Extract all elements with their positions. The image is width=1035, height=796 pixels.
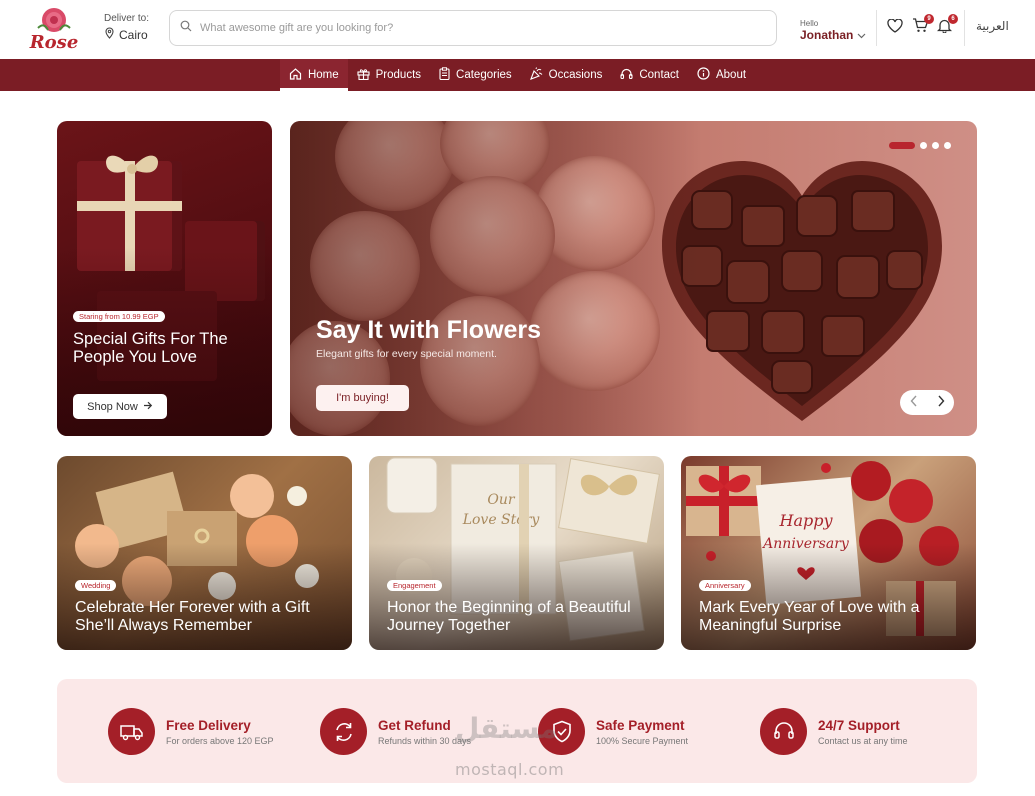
feature-support: 24/7 Support Contact us at any time: [760, 708, 908, 755]
nav-products-label: Products: [375, 69, 422, 81]
occasion-title: Honor the Beginning of a Beautiful Journ…: [387, 599, 631, 634]
shop-now-label: Shop Now: [87, 400, 138, 413]
feature-get-refund: Get Refund Refunds within 30 days: [320, 708, 471, 755]
search-icon: [180, 19, 192, 37]
hero-title: Say It with Flowers: [316, 316, 542, 344]
chevron-right-icon[interactable]: [937, 394, 945, 412]
occasion-card-anniversary[interactable]: Happy Anniversary Anniversary Mark Every…: [681, 456, 976, 650]
promo-title: Special Gifts For The People You Love: [73, 330, 228, 366]
nav-occasions-label: Occasions: [548, 69, 603, 81]
carousel-dot[interactable]: [932, 142, 939, 149]
cart-button[interactable]: 9: [909, 14, 934, 39]
occasion-tag: Anniversary: [699, 580, 751, 591]
chevron-down-icon: [857, 28, 866, 42]
deliver-city-label: Cairo: [119, 27, 148, 42]
divider: [964, 10, 965, 46]
nav-about[interactable]: About: [688, 59, 755, 91]
nav-products[interactable]: Products: [348, 59, 430, 91]
logo[interactable]: Rose: [24, 2, 84, 56]
clipboard-icon: [439, 67, 450, 83]
deliver-label: Deliver to:: [104, 13, 150, 24]
language-switch[interactable]: العربية: [976, 19, 1009, 33]
occasion-title: Mark Every Year of Love with a Meaningfu…: [699, 599, 920, 634]
feature-subtitle: For orders above 120 EGP: [166, 735, 274, 746]
wishlist-button[interactable]: [884, 17, 906, 39]
occasion-tag: Engagement: [387, 580, 442, 591]
nav-home[interactable]: Home: [279, 59, 348, 91]
chevron-left-icon[interactable]: [910, 394, 918, 412]
feature-title: Safe Payment: [596, 717, 685, 733]
nav-home-label: Home: [307, 69, 339, 81]
carousel-arrows: [900, 390, 954, 415]
hero-subtitle: Elegant gifts for every special moment.: [316, 348, 497, 360]
carousel-dot[interactable]: [920, 142, 927, 149]
price-badge: Staring from 10.99 EGP: [73, 311, 165, 322]
notification-count-badge: 6: [948, 14, 958, 24]
occasion-tag: Wedding: [75, 580, 117, 591]
watermark-arabic: مستقل: [455, 712, 558, 745]
feature-subtitle: 100% Secure Payment: [596, 735, 689, 746]
nav-occasions[interactable]: Occasions: [521, 59, 612, 91]
main-nav: Home Products Categories Occasions Conta…: [0, 59, 1035, 91]
occasion-title: Celebrate Her Forever with a Gift She’ll…: [75, 599, 310, 634]
carousel-dot[interactable]: [889, 142, 915, 149]
headset-icon: [620, 68, 633, 83]
feature-title: Free Delivery: [166, 717, 251, 733]
refresh-icon: [320, 708, 367, 755]
divider: [876, 10, 877, 46]
user-name: Jonathan: [800, 28, 866, 42]
watermark-latin: mostaql.com: [455, 760, 565, 779]
occasion-card-wedding[interactable]: Wedding Celebrate Her Forever with a Gif…: [57, 456, 352, 650]
home-icon: [289, 67, 302, 83]
truck-icon: [108, 708, 155, 755]
search-input[interactable]: [200, 22, 760, 34]
nav-contact-label: Contact: [639, 69, 679, 81]
im-buying-button[interactable]: I'm buying!: [316, 385, 409, 411]
svg-text:Rose: Rose: [29, 32, 79, 53]
header: Rose Deliver to: Cairo Hello Jonathan: [0, 0, 1035, 59]
user-hello: Hello: [800, 19, 819, 28]
gift-icon: [357, 68, 370, 83]
location-pin-icon: [104, 27, 115, 42]
party-icon: [529, 67, 543, 83]
deliver-to[interactable]: Deliver to: Cairo: [104, 13, 149, 42]
search-bar[interactable]: [169, 10, 777, 46]
nav-categories-label: Categories: [456, 69, 512, 81]
carousel-indicators: [889, 142, 951, 149]
user-name-label: Jonathan: [800, 28, 854, 42]
promo-card[interactable]: Staring from 10.99 EGP Special Gifts For…: [57, 121, 272, 436]
page: Rose Deliver to: Cairo Hello Jonathan: [0, 0, 1035, 796]
notifications-button[interactable]: 6: [933, 14, 958, 39]
feature-free-delivery: Free Delivery For orders above 120 EGP: [108, 708, 274, 755]
nav-categories[interactable]: Categories: [430, 59, 521, 91]
feature-subtitle: Contact us at any time: [818, 735, 908, 746]
heart-icon: [887, 18, 903, 38]
feature-title: 24/7 Support: [818, 717, 900, 733]
hero-banner[interactable]: Say It with Flowers Elegant gifts for ev…: [290, 121, 977, 436]
user-menu[interactable]: Hello Jonathan: [800, 19, 866, 42]
shop-now-button[interactable]: Shop Now: [73, 394, 167, 419]
deliver-city[interactable]: Cairo: [104, 27, 149, 42]
carousel-dot[interactable]: [944, 142, 951, 149]
info-icon: [697, 67, 710, 83]
nav-about-label: About: [715, 69, 747, 81]
nav-contact[interactable]: Contact: [611, 59, 688, 91]
occasion-card-engagement[interactable]: Our Love Story Engagement Honor the Begi…: [369, 456, 664, 650]
feature-safe-payment: Safe Payment 100% Secure Payment: [538, 708, 688, 755]
headset-icon: [760, 708, 807, 755]
arrow-right-icon: [143, 401, 153, 413]
